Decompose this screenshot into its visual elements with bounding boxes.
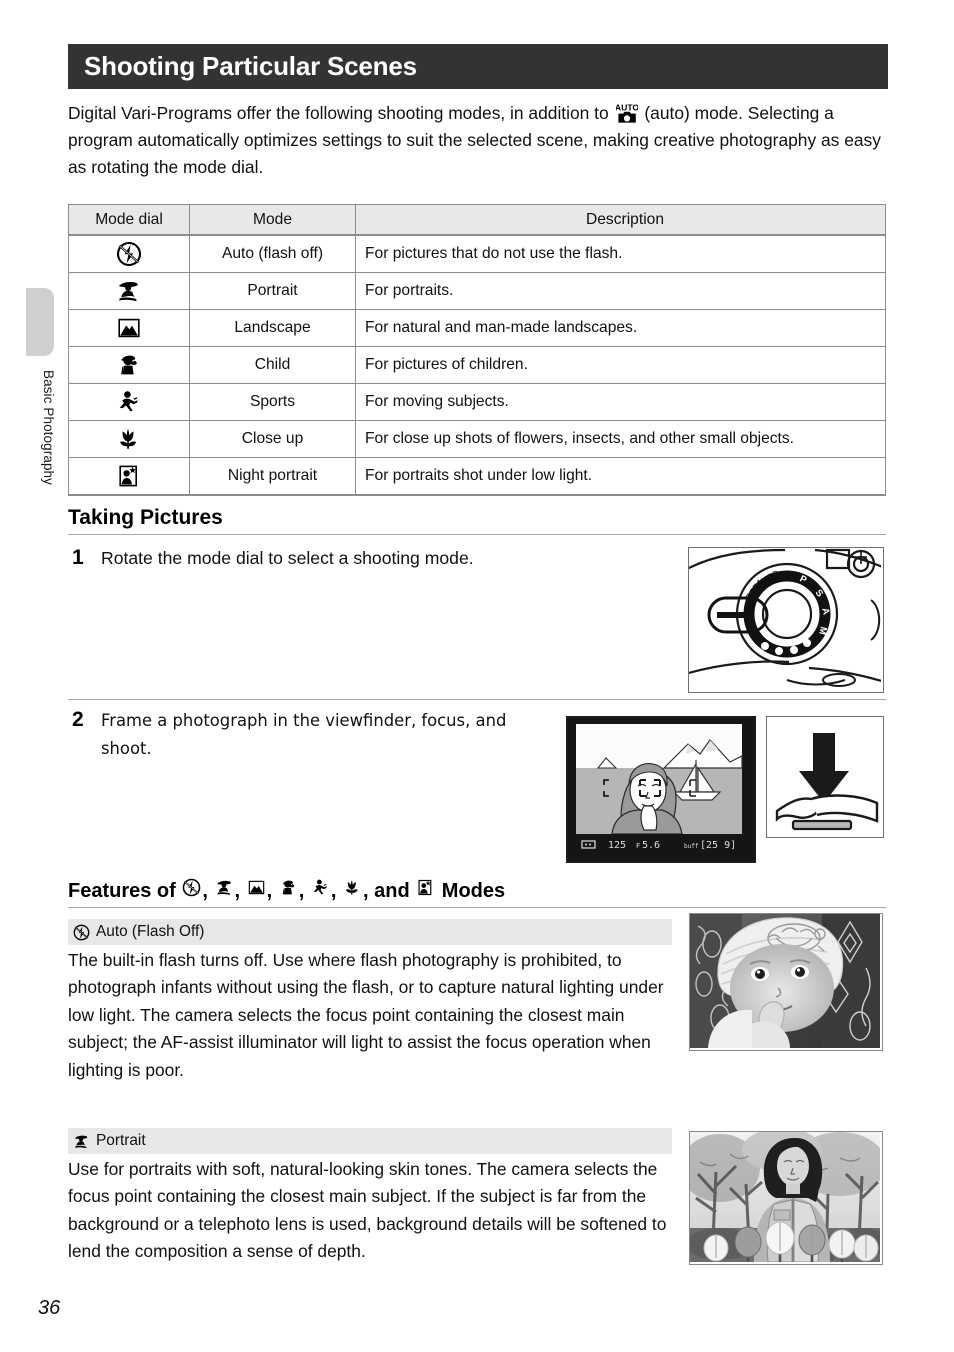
feature-block-auto-flash-off: Auto (Flash Off) The built-in flash turn… (68, 919, 672, 1084)
features-heading-prefix: Features of (68, 880, 176, 902)
intro-paragraph: Digital Vari-Programs offer the followin… (68, 100, 886, 181)
table-row: Landscape For natural and man-made lands… (68, 309, 886, 347)
step-number: 2 (72, 708, 84, 731)
feature-label-bar: Portrait (68, 1128, 672, 1154)
flash-off-icon (68, 234, 190, 273)
vf-meter-label: buff (684, 843, 699, 850)
row-mode-label: Auto (flash off) (189, 234, 356, 273)
vf-aperture-prefix: F (636, 842, 640, 850)
row-description: For close up shots of flowers, insects, … (355, 420, 886, 458)
flash-off-icon (182, 878, 201, 897)
feature-label: Portrait (96, 1132, 146, 1149)
portrait-icon (216, 880, 231, 895)
child-icon (282, 880, 294, 895)
landscape-icon (68, 309, 190, 347)
row-mode-label: Night portrait (189, 457, 356, 496)
table-header-row: Mode dial Mode Description (68, 204, 886, 236)
feature-label-bar: Auto (Flash Off) (68, 919, 672, 945)
vf-aperture: 5.6 (642, 840, 660, 851)
row-description: For portraits. (355, 272, 886, 310)
row-description: For portraits shot under low light. (355, 457, 886, 496)
chapter-thumb-tab (26, 288, 54, 356)
features-heading: Features of , , , , , , and Modes (68, 878, 886, 908)
mode-dial-table: Mode dial Mode Description Auto (flash o… (68, 204, 886, 496)
auto-mode-icon (615, 102, 638, 123)
vf-frames-remaining: [25 9] (700, 840, 736, 851)
features-heading-suffix: Modes (441, 880, 506, 902)
vf-shutter-speed: 125 (608, 840, 626, 851)
chapter-label: Basic Photography (41, 370, 56, 486)
sports-icon (68, 383, 190, 421)
page-title-bar: Shooting Particular Scenes (68, 44, 888, 89)
portrait-icon (68, 272, 190, 310)
heading-comma: , (330, 880, 337, 902)
heading-comma: , (298, 880, 305, 902)
shutter-press-figure (766, 716, 884, 838)
viewfinder-figure: 125 F 5.6 buff [25 9] (566, 716, 756, 863)
step-1: 1 Rotate the mode dial to select a shoot… (72, 545, 672, 571)
heading-comma: , (266, 880, 273, 902)
step-text: Frame a photograph in the viewfinder, fo… (101, 711, 507, 758)
feature-body-text: Use for portraits with soft, natural-loo… (68, 1159, 667, 1262)
page-title: Shooting Particular Scenes (84, 51, 417, 81)
row-mode-label: Portrait (189, 272, 356, 310)
baby-photo (689, 913, 883, 1051)
table-row: Auto (flash off) For pictures that do no… (68, 234, 886, 273)
header-description: Description (355, 204, 886, 236)
table-row: Night portrait For portraits shot under … (68, 457, 886, 496)
step-divider (68, 699, 886, 700)
table-row: Sports For moving subjects. (68, 383, 886, 421)
table-row: Portrait For portraits. (68, 272, 886, 310)
close-up-icon (346, 880, 358, 895)
row-mode-label: Sports (189, 383, 356, 421)
night-portrait-icon (68, 457, 190, 496)
step-2: 2 Frame a photograph in the viewfinder, … (72, 707, 542, 763)
flash-off-icon (73, 924, 90, 940)
heading-and: , and (363, 880, 410, 902)
night-portrait-icon (418, 879, 432, 896)
heading-comma: , (202, 880, 208, 902)
manual-page: Basic Photography Shooting Particular Sc… (0, 0, 954, 1352)
tulips-portrait-photo (689, 1131, 883, 1265)
portrait-icon (74, 1135, 88, 1148)
row-description: For pictures that do not use the flash. (355, 234, 886, 273)
row-description: For pictures of children. (355, 346, 886, 384)
page-number: 36 (38, 1297, 61, 1319)
child-icon (68, 346, 190, 384)
row-mode-label: Child (189, 346, 356, 384)
mode-dial-figure: P S A M AUTO OFF (688, 547, 884, 693)
taking-pictures-heading: Taking Pictures (68, 506, 886, 535)
heading-comma: , (234, 880, 241, 902)
feature-block-portrait: Portrait Use for portraits with soft, na… (68, 1128, 672, 1266)
landscape-icon (248, 880, 264, 895)
table-body: Auto (flash off) For pictures that do no… (68, 234, 886, 496)
header-mode-dial: Mode dial (68, 204, 190, 236)
row-description: For moving subjects. (355, 383, 886, 421)
row-mode-label: Close up (189, 420, 356, 458)
row-description: For natural and man-made landscapes. (355, 309, 886, 347)
intro-text-part1: Digital Vari-Programs offer the followin… (68, 103, 609, 123)
row-mode-label: Landscape (189, 309, 356, 347)
sports-icon (313, 879, 327, 895)
feature-label: Auto (Flash Off) (96, 923, 205, 940)
header-mode: Mode (189, 204, 356, 236)
step-number: 1 (72, 546, 84, 569)
feature-body-text: The built-in flash turns off. Use where … (68, 950, 664, 1080)
close-up-icon (68, 420, 190, 458)
table-row: Child For pictures of children. (68, 346, 886, 384)
table-row: Close up For close up shots of flowers, … (68, 420, 886, 458)
step-text: Rotate the mode dial to select a shootin… (101, 548, 474, 568)
